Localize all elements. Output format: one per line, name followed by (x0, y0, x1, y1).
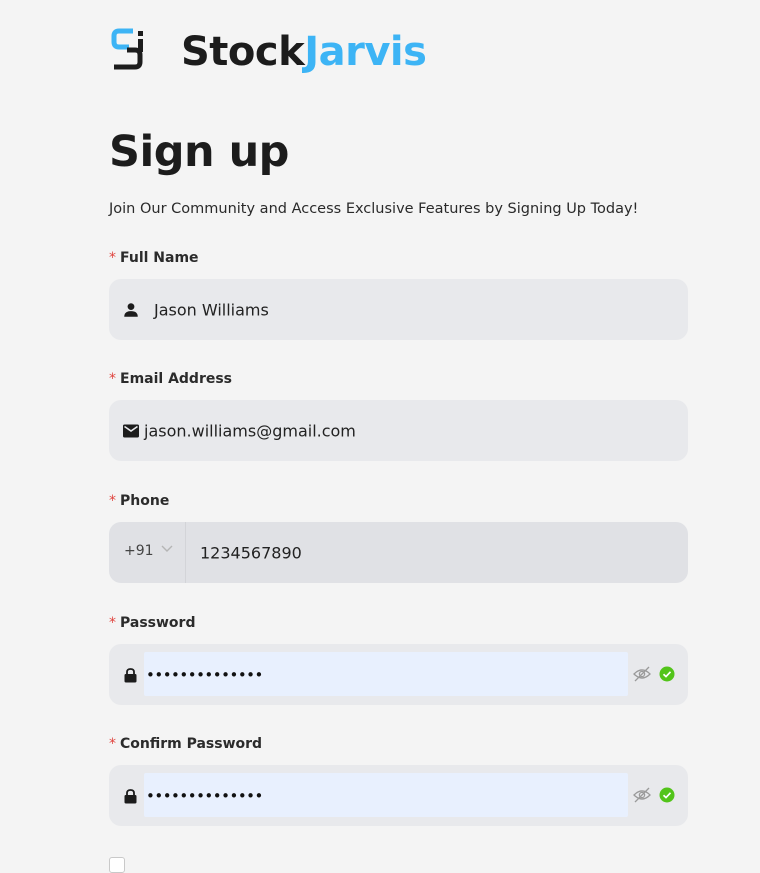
required-mark: * (109, 250, 116, 266)
lock-icon (124, 788, 137, 803)
check-circle-icon (659, 787, 675, 807)
brand-name-part2: Jarvis (304, 29, 427, 75)
email-label: * Email Address (109, 371, 233, 387)
phone-field[interactable]: +91 1234567890 (109, 522, 688, 583)
confirm-password-input[interactable]: •••••••••••••• (146, 787, 263, 805)
required-mark: * (109, 615, 116, 631)
confirm-password-field[interactable]: •••••••••••••• (109, 765, 688, 826)
email-field[interactable]: jason.williams@gmail.com (109, 400, 688, 461)
phone-input[interactable]: 1234567890 (200, 543, 302, 562)
page-title: Sign up (109, 127, 289, 177)
full-name-field[interactable]: Jason Williams (109, 279, 688, 340)
brand-name-part1: Stock (181, 29, 305, 75)
page-subtitle: Join Our Community and Access Exclusive … (109, 201, 639, 217)
country-code-value: +91 (124, 543, 154, 559)
mail-icon (123, 424, 139, 437)
lock-icon (124, 667, 137, 682)
required-mark: * (109, 736, 116, 752)
password-field[interactable]: •••••••••••••• (109, 644, 688, 705)
email-input[interactable]: jason.williams@gmail.com (144, 421, 356, 440)
brand-name: StockJarvis (181, 26, 427, 78)
terms-checkbox[interactable] (109, 857, 125, 873)
eye-off-icon[interactable] (633, 787, 651, 807)
required-mark: * (109, 371, 116, 387)
eye-off-icon[interactable] (633, 666, 651, 686)
password-input[interactable]: •••••••••••••• (146, 666, 263, 684)
required-mark: * (109, 493, 116, 509)
chevron-down-icon (161, 545, 173, 552)
user-icon (122, 301, 140, 319)
password-label: * Password (109, 615, 196, 631)
check-circle-icon (659, 666, 675, 686)
stockjarvis-logo-icon (111, 28, 149, 70)
confirm-password-label: * Confirm Password (109, 736, 263, 752)
phone-label: * Phone (109, 493, 170, 509)
full-name-input[interactable]: Jason Williams (154, 300, 269, 319)
full-name-label: * Full Name (109, 250, 199, 266)
country-code-select[interactable]: +91 (109, 522, 186, 583)
